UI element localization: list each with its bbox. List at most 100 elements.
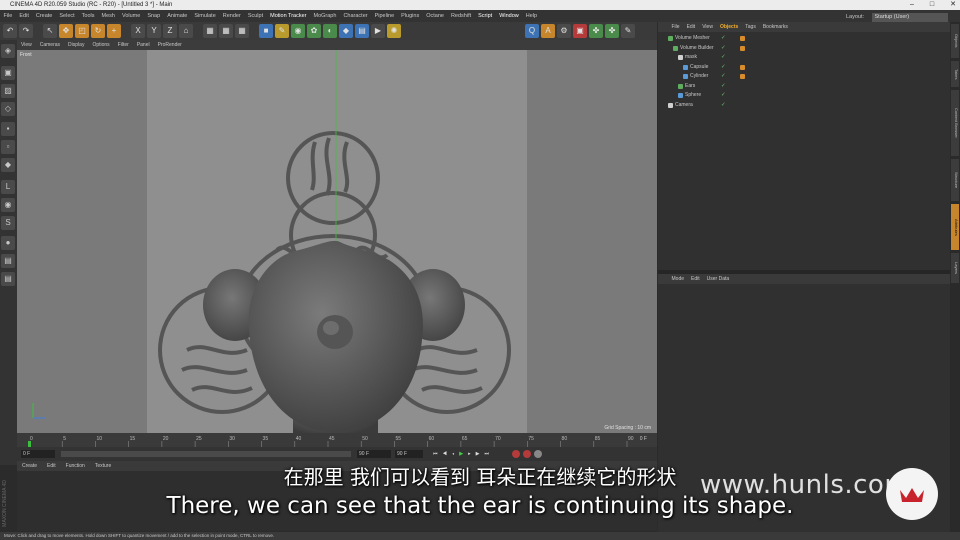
autokey-icon[interactable] <box>522 450 531 458</box>
viewport[interactable]: Front Grid Spacing : 10 cm <box>17 50 657 433</box>
start-frame-field[interactable]: 0 F <box>21 450 55 458</box>
attribute-menu-user-data[interactable]: User Data <box>703 274 733 284</box>
object-menu-file[interactable]: File <box>668 22 683 32</box>
object-row[interactable]: Cylinder ✓ <box>658 72 950 82</box>
menu-snap[interactable]: Snap <box>144 10 164 22</box>
menu-octane[interactable]: Octane <box>423 10 448 22</box>
menu-simulate[interactable]: Simulate <box>191 10 219 22</box>
object-row[interactable]: Volume Builder ✓ <box>658 44 950 54</box>
end-frame-field-2[interactable]: 90 F <box>395 450 423 458</box>
menu-help[interactable]: Help <box>522 10 540 22</box>
object-tag-icon[interactable] <box>740 74 745 79</box>
viewport-menu-display[interactable]: Display <box>64 40 88 50</box>
record-icon[interactable] <box>511 450 520 458</box>
object-row[interactable]: Volume Mesher ✓ <box>658 34 950 44</box>
rotate-icon[interactable]: ↻ <box>91 24 105 38</box>
layer-icon[interactable]: ▤ <box>1 272 15 286</box>
plus-icon[interactable]: + <box>107 24 121 38</box>
close-button[interactable]: ✕ <box>950 0 956 10</box>
model-mode-icon[interactable]: ▣ <box>1 66 15 80</box>
select-icon[interactable]: ↖ <box>43 24 57 38</box>
texture-mode-icon[interactable]: ▨ <box>1 84 15 98</box>
side-tab-content-browser[interactable]: Content Browser <box>951 90 959 156</box>
y-axis-icon[interactable]: Y <box>147 24 161 38</box>
tweak-mode-icon[interactable]: ◉ <box>1 198 15 212</box>
minimize-button[interactable]: – <box>910 0 914 10</box>
menu-tools[interactable]: Tools <box>78 10 98 22</box>
light-icon[interactable]: ✺ <box>387 24 401 38</box>
polygons-mode-icon[interactable]: ◆ <box>1 158 15 172</box>
menu-window[interactable]: Window <box>496 10 523 22</box>
side-tab-structure[interactable]: Structure <box>951 159 959 201</box>
object-menu-view[interactable]: View <box>699 22 717 32</box>
object-row[interactable]: Capsule ✓ <box>658 63 950 73</box>
art-icon[interactable]: A <box>541 24 555 38</box>
object-menu-edit[interactable]: Edit <box>683 22 699 32</box>
visibility-check-icon[interactable]: ✓ <box>721 63 726 73</box>
render-view-icon[interactable]: ▦ <box>203 24 217 38</box>
menu-create[interactable]: Create <box>32 10 56 22</box>
menu-mograph[interactable]: MoGraph <box>310 10 340 22</box>
frame-range-slider[interactable] <box>61 451 351 457</box>
visibility-check-icon[interactable]: ✓ <box>721 101 726 111</box>
menu-render[interactable]: Render <box>219 10 244 22</box>
menu-pipeline[interactable]: Pipeline <box>371 10 398 22</box>
visibility-check-icon[interactable]: ✓ <box>721 72 726 82</box>
move-icon[interactable]: ✥ <box>59 24 73 38</box>
viewport-menu-options[interactable]: Options <box>88 40 113 50</box>
visibility-check-icon[interactable]: ✓ <box>721 53 726 63</box>
object-menu-bookmarks[interactable]: Bookmarks <box>759 22 791 32</box>
object-tag-icon[interactable] <box>740 64 745 70</box>
object-row[interactable]: Ears ✓ <box>658 82 950 92</box>
viewport-menu-view[interactable]: View <box>17 40 36 50</box>
side-tab-attributes[interactable]: Attributes <box>951 204 959 250</box>
object-menu-tags[interactable]: Tags <box>742 22 760 32</box>
side-tab-objects[interactable]: Objects <box>951 24 959 58</box>
axis-mode-icon[interactable]: L <box>1 180 15 194</box>
menu-volume[interactable]: Volume <box>118 10 143 22</box>
menu-redshift[interactable]: Redshift <box>447 10 474 22</box>
redo-icon[interactable]: ↷ <box>19 24 33 38</box>
object-row[interactable]: mask ✓ <box>658 53 950 63</box>
menu-script[interactable]: Script <box>475 10 496 22</box>
object-tag-icon[interactable] <box>740 45 745 51</box>
viewport-menu-panel[interactable]: Panel <box>133 40 154 50</box>
redshift-icon[interactable]: ▣ <box>573 24 587 38</box>
cloner-icon[interactable]: ✿ <box>307 24 321 38</box>
end-frame-field[interactable]: 90 F <box>357 450 391 458</box>
pen-icon[interactable]: ✎ <box>275 24 289 38</box>
render-settings-icon[interactable]: ▦ <box>235 24 249 38</box>
menu-sculpt[interactable]: Sculpt <box>244 10 266 22</box>
gear-icon[interactable]: ⚙ <box>557 24 571 38</box>
scene-icon[interactable]: ▤ <box>355 24 369 38</box>
render-picture-icon[interactable]: ▦ <box>219 24 233 38</box>
scale-icon[interactable]: ◰ <box>75 24 89 38</box>
maximize-button[interactable]: □ <box>930 0 934 10</box>
visibility-check-icon[interactable]: ✓ <box>721 91 726 101</box>
camera-icon[interactable]: ▶ <box>371 24 385 38</box>
lock-icon[interactable]: ▤ <box>1 254 15 268</box>
menu-file[interactable]: File <box>0 10 16 22</box>
menu-plugins[interactable]: Plugins <box>398 10 423 22</box>
subdivision-icon[interactable]: ◉ <box>291 24 305 38</box>
points-mode-icon[interactable]: ▪ <box>1 122 15 136</box>
undo-icon[interactable]: ↶ <box>3 24 17 38</box>
viewport-menu-cameras[interactable]: Cameras <box>36 40 64 50</box>
visibility-check-icon[interactable]: ✓ <box>721 82 726 92</box>
side-tab-takes[interactable]: Takes <box>951 61 959 87</box>
script-icon[interactable]: ✎ <box>621 24 635 38</box>
menu-mesh[interactable]: Mesh <box>98 10 118 22</box>
object-row[interactable]: Sphere ✓ <box>658 91 950 101</box>
x-axis-icon[interactable]: X <box>131 24 145 38</box>
z-axis-icon[interactable]: Z <box>163 24 177 38</box>
qr-icon[interactable]: Q <box>525 24 539 38</box>
viewport-menu-prorender[interactable]: ProRender <box>154 40 186 50</box>
object-row[interactable]: Camera ✓ <box>658 101 950 111</box>
keyframe-selection-icon[interactable] <box>533 450 542 458</box>
visibility-check-icon[interactable]: ✓ <box>721 34 726 44</box>
edges-mode-icon[interactable]: ▫ <box>1 140 15 154</box>
menu-select[interactable]: Select <box>56 10 78 22</box>
attribute-menu-mode[interactable]: Mode <box>668 274 688 284</box>
cube-icon[interactable]: ■ <box>259 24 273 38</box>
object-menu-objects[interactable]: Objects <box>716 22 741 32</box>
